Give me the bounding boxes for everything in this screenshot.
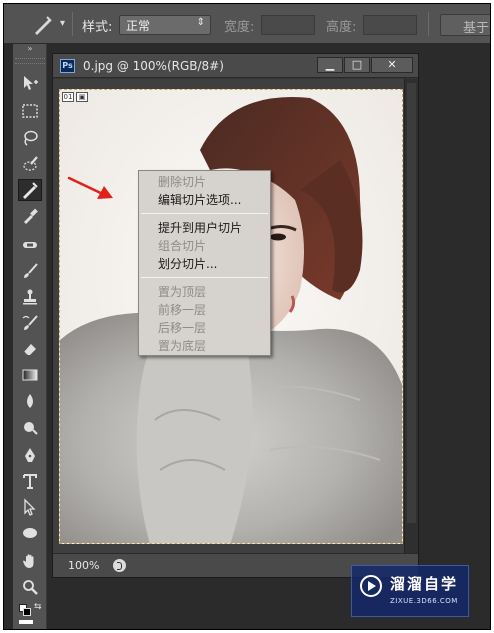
default-colors-icon-back <box>23 608 31 616</box>
photoshop-window: ▾ 样式: 正常 ⇕ 宽度: 高度: 基于 » ⇆ Ps 0.jpg @ 100… <box>3 3 491 630</box>
tool-preset-dropdown-icon[interactable]: ▾ <box>60 18 65 29</box>
ellipse-icon[interactable] <box>18 522 42 544</box>
zoom-icon[interactable] <box>18 576 42 598</box>
watermark: 溜溜自学 ZIXUE.3D66.COM <box>351 565 469 617</box>
close-button[interactable]: ✕ <box>371 57 413 73</box>
status-info-icon[interactable] <box>113 559 126 572</box>
slices-from-guides-button[interactable]: 基于 <box>440 14 490 36</box>
style-value: 正常 <box>126 19 151 33</box>
history-brush-icon[interactable] <box>18 312 42 334</box>
marquee-icon[interactable] <box>18 100 42 122</box>
blur-icon[interactable] <box>18 390 42 412</box>
slice-badges: 01 ▣ <box>62 92 88 102</box>
restore-button[interactable]: □ <box>344 57 370 73</box>
menu-separator <box>141 277 268 278</box>
watermark-subtitle: ZIXUE.3D66.COM <box>390 597 458 605</box>
annotation-arrow-icon <box>67 176 113 199</box>
minimize-button[interactable]: ▁ <box>317 57 343 73</box>
eyedropper-icon[interactable] <box>18 205 42 227</box>
watermark-logo-icon <box>360 575 382 597</box>
move-icon[interactable] <box>18 72 42 94</box>
menu-item-divide-slice[interactable]: 划分切片... <box>139 255 270 273</box>
collapse-icon[interactable]: » <box>15 44 45 54</box>
ps-document-icon: Ps <box>60 59 75 73</box>
menu-item-send-to-back[interactable]: 置为底层 <box>139 337 270 355</box>
pen-icon[interactable] <box>18 444 42 466</box>
menu-item-edit-slice-options[interactable]: 编辑切片选项... <box>139 191 270 209</box>
slice-type-icon: ▣ <box>76 92 88 102</box>
style-select[interactable]: 正常 ⇕ <box>119 15 211 35</box>
menu-item-promote-to-user-slice[interactable]: 提升到用户切片 <box>139 219 270 237</box>
watermark-title: 溜溜自学 <box>390 575 459 593</box>
menu-item-bring-forward[interactable]: 前移一层 <box>139 301 270 319</box>
menu-item-delete-slice[interactable]: 删除切片 <box>139 173 270 191</box>
foreground-color-swatch[interactable] <box>19 620 33 624</box>
vertical-scrollbar[interactable] <box>404 79 418 554</box>
menu-item-send-backward[interactable]: 后移一层 <box>139 319 270 337</box>
menu-item-bring-to-front[interactable]: 置为顶层 <box>139 283 270 301</box>
scrollbar-thumb[interactable] <box>407 83 416 523</box>
type-icon[interactable] <box>18 470 42 492</box>
healing-icon[interactable] <box>18 234 42 256</box>
menu-item-combine-slices[interactable]: 组合切片 <box>139 237 270 255</box>
path-select-icon[interactable] <box>18 496 42 518</box>
style-label: 样式: <box>82 20 113 35</box>
lasso-icon[interactable] <box>18 127 42 149</box>
divider <box>428 12 429 36</box>
gradient-icon[interactable] <box>18 364 42 386</box>
panel-grip[interactable] <box>15 58 45 64</box>
divider <box>72 12 73 36</box>
select-arrows-icon: ⇕ <box>196 17 205 28</box>
height-label: 高度: <box>326 20 357 35</box>
dodge-icon[interactable] <box>18 416 42 438</box>
document-title: 0.jpg @ 100%(RGB/8#) <box>83 59 224 73</box>
document-title-bar[interactable]: Ps 0.jpg @ 100%(RGB/8#) ▁ □ ✕ <box>53 54 418 78</box>
menu-separator <box>141 213 268 214</box>
stamp-icon[interactable] <box>18 286 42 308</box>
quick-select-icon[interactable] <box>18 153 42 175</box>
options-bar: ▾ 样式: 正常 ⇕ 宽度: 高度: 基于 <box>4 4 490 44</box>
zoom-level[interactable]: 100% <box>68 559 99 572</box>
slice-icon[interactable] <box>18 179 42 201</box>
eraser-icon[interactable] <box>18 338 42 360</box>
tools-panel: » ⇆ <box>13 44 47 629</box>
hand-icon[interactable] <box>18 550 42 572</box>
brush-icon[interactable] <box>18 260 42 282</box>
width-input[interactable] <box>261 15 315 35</box>
width-label: 宽度: <box>224 20 255 35</box>
slice-context-menu: 删除切片 编辑切片选项... 提升到用户切片 组合切片 划分切片... 置为顶层… <box>138 170 271 356</box>
swap-colors-icon[interactable]: ⇆ <box>34 602 42 612</box>
slice-tool-preset-icon[interactable] <box>32 14 54 36</box>
height-input[interactable] <box>363 15 417 35</box>
slice-number-badge: 01 <box>62 92 74 102</box>
